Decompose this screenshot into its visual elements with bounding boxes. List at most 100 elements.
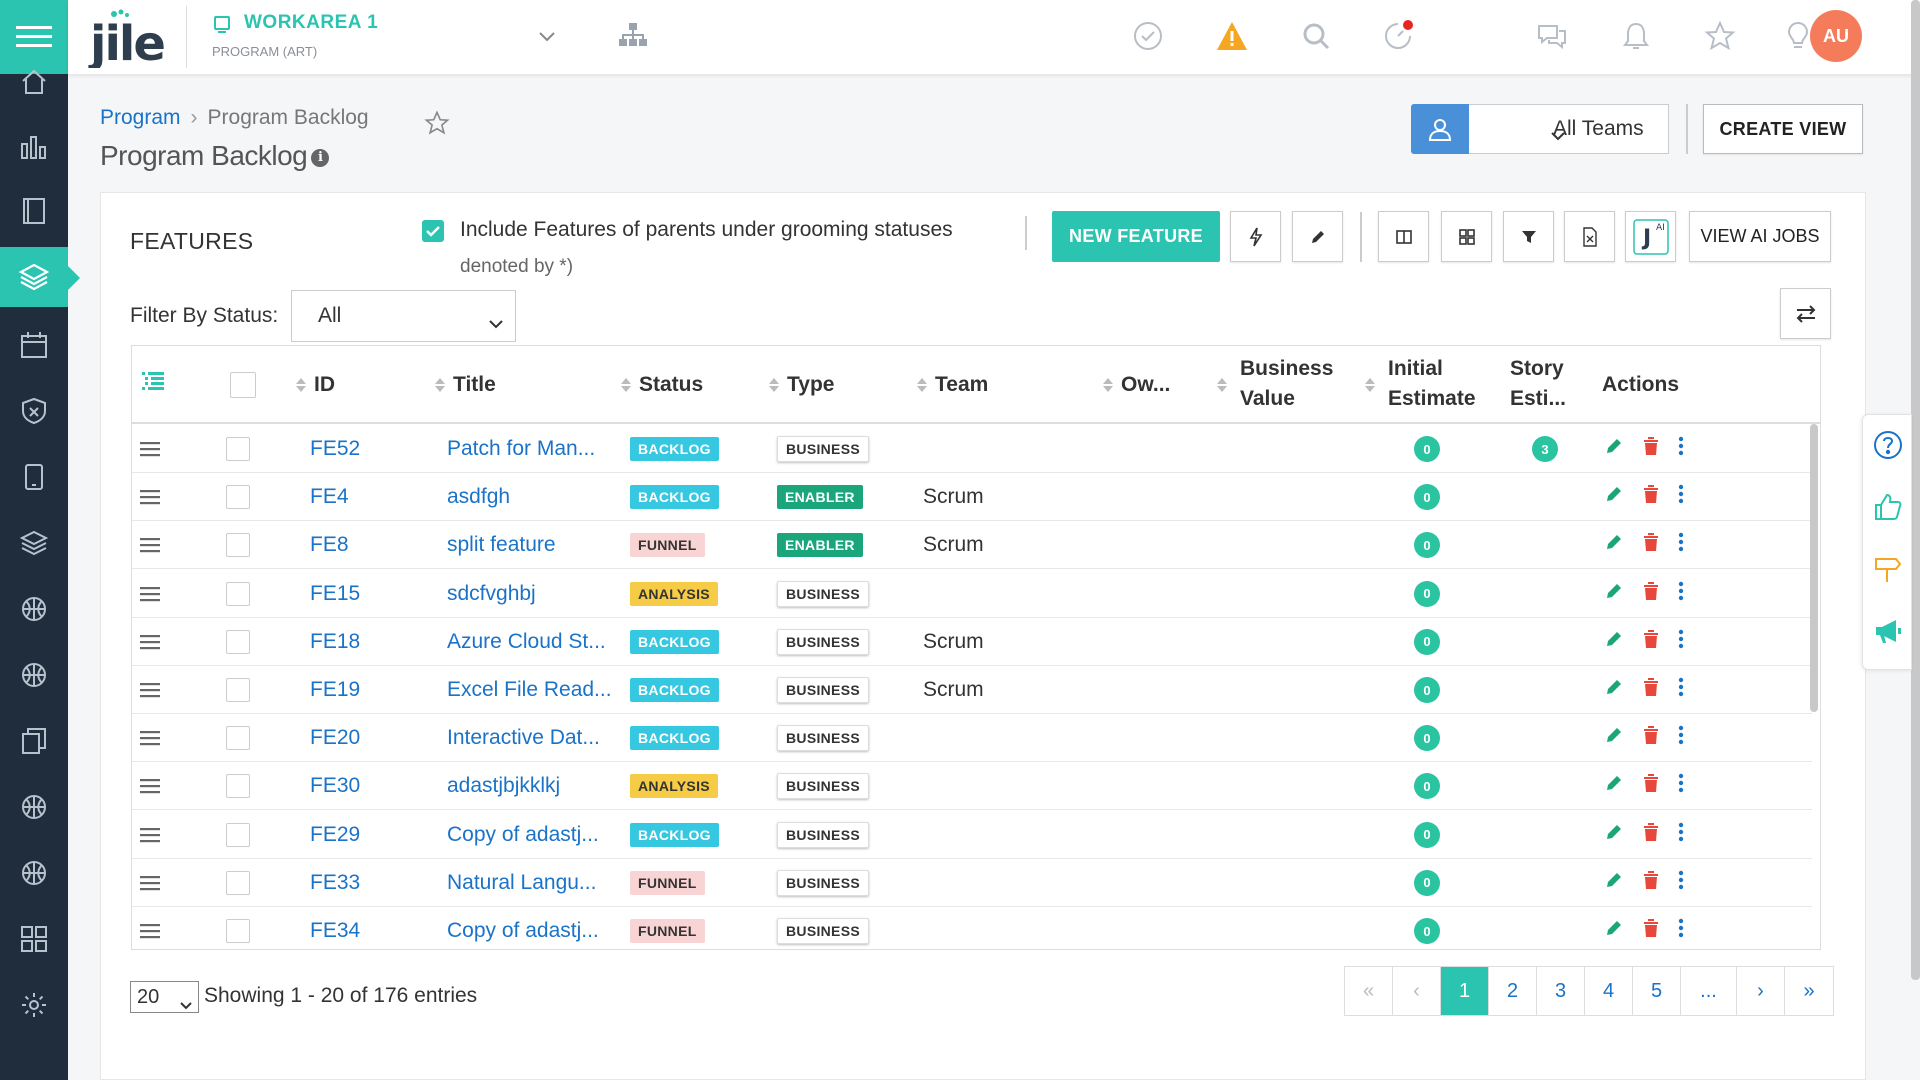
row-checkbox[interactable]	[226, 907, 250, 949]
table-row[interactable]: FE29 Copy of adastj... BACKLOG BUSINESS 0	[132, 810, 1812, 859]
edit-pencil-icon[interactable]	[1604, 436, 1624, 462]
header-title[interactable]: Title	[435, 370, 496, 400]
more-vertical-icon[interactable]	[1678, 484, 1684, 510]
feature-title-link[interactable]: Copy of adastj...	[447, 907, 599, 949]
feature-title-link[interactable]: Azure Cloud St...	[447, 618, 606, 666]
more-vertical-icon[interactable]	[1678, 918, 1684, 944]
thumbs-up-icon[interactable]	[1863, 477, 1913, 537]
ball-icon[interactable]	[0, 644, 68, 706]
documents-icon[interactable]	[0, 710, 68, 772]
header-initial-estimate[interactable]: Initial Estimate	[1388, 354, 1476, 414]
header-story-estimate[interactable]: Story Esti...	[1510, 354, 1566, 414]
row-checkbox[interactable]	[226, 570, 250, 618]
row-settings-icon[interactable]	[142, 370, 164, 400]
row-checkbox[interactable]	[226, 618, 250, 666]
edit-pencil-icon[interactable]	[1604, 773, 1624, 799]
timer-icon[interactable]	[1380, 18, 1416, 54]
table-row[interactable]: FE34 Copy of adastj... FUNNEL BUSINESS 0	[132, 907, 1812, 949]
feature-id-link[interactable]: FE18	[310, 618, 360, 666]
more-vertical-icon[interactable]	[1678, 677, 1684, 703]
more-vertical-icon[interactable]	[1678, 822, 1684, 848]
row-checkbox[interactable]	[226, 859, 250, 907]
drag-handle-icon[interactable]	[140, 811, 162, 859]
table-row[interactable]: FE52 Patch for Man... BACKLOG BUSINESS 0 3	[132, 425, 1812, 473]
feature-title-link[interactable]: sdcfvghbj	[447, 570, 536, 618]
table-row[interactable]: FE30 adastjbjkklkj ANALYSIS BUSINESS 0	[132, 762, 1812, 811]
delete-trash-icon[interactable]	[1642, 870, 1660, 896]
table-scrollbar[interactable]	[1810, 424, 1818, 712]
drag-handle-icon[interactable]	[140, 473, 162, 521]
more-vertical-icon[interactable]	[1678, 725, 1684, 751]
delete-trash-icon[interactable]	[1642, 484, 1660, 510]
new-feature-button[interactable]: NEW FEATURE	[1052, 211, 1220, 262]
drag-handle-icon[interactable]	[140, 521, 162, 569]
swap-arrows-icon[interactable]	[1780, 288, 1831, 339]
header-business-value[interactable]: Business Value	[1240, 354, 1333, 414]
edit-pencil-icon[interactable]	[1604, 870, 1624, 896]
create-view-button[interactable]: CREATE VIEW	[1703, 104, 1863, 154]
edit-pencil-icon[interactable]	[1604, 677, 1624, 703]
feature-id-link[interactable]: FE8	[310, 521, 349, 569]
page-button[interactable]: ›	[1737, 967, 1785, 1015]
page-button[interactable]: 4	[1585, 967, 1633, 1015]
select-all-checkbox[interactable]	[230, 372, 256, 398]
drag-handle-icon[interactable]	[140, 666, 162, 714]
more-vertical-icon[interactable]	[1678, 773, 1684, 799]
drag-handle-icon[interactable]	[140, 425, 162, 473]
help-question-icon[interactable]	[1863, 415, 1913, 475]
feature-title-link[interactable]: adastjbjkklkj	[447, 762, 560, 810]
grid-view-icon[interactable]	[1441, 211, 1492, 262]
table-row[interactable]: FE18 Azure Cloud St... BACKLOG BUSINESS Scru…	[132, 617, 1812, 666]
favorite-star-icon[interactable]	[424, 110, 450, 141]
header-status[interactable]: Status	[621, 370, 703, 400]
edit-pencil-icon[interactable]	[1604, 484, 1624, 510]
ai-jile-icon[interactable]: J AI	[1625, 211, 1676, 262]
lightning-icon[interactable]	[1230, 211, 1281, 262]
user-avatar[interactable]: AU	[1810, 10, 1862, 62]
page-button[interactable]: «	[1345, 967, 1393, 1015]
header-team[interactable]: Team	[917, 370, 988, 400]
row-checkbox[interactable]	[226, 811, 250, 859]
star-icon[interactable]	[1702, 18, 1738, 54]
table-row[interactable]: FE20 Interactive Dat... BACKLOG BUSINESS 0	[132, 714, 1812, 763]
more-vertical-icon[interactable]	[1678, 870, 1684, 896]
delete-trash-icon[interactable]	[1642, 677, 1660, 703]
tablet-icon[interactable]	[0, 446, 68, 508]
feature-title-link[interactable]: Natural Langu...	[447, 859, 596, 907]
chart-icon[interactable]	[0, 116, 68, 178]
bell-icon[interactable]	[1618, 18, 1654, 54]
warning-icon[interactable]	[1214, 18, 1250, 54]
table-row[interactable]: FE15 sdcfvghbj ANALYSIS BUSINESS 0	[132, 569, 1812, 618]
edit-pencil-icon[interactable]	[1604, 581, 1624, 607]
delete-trash-icon[interactable]	[1642, 436, 1660, 462]
feature-id-link[interactable]: FE19	[310, 666, 360, 714]
header-owner[interactable]: Ow...	[1103, 370, 1170, 400]
ball-icon[interactable]	[0, 578, 68, 640]
edit-pencil-icon[interactable]	[1604, 822, 1624, 848]
feature-id-link[interactable]: FE20	[310, 714, 360, 762]
drag-handle-icon[interactable]	[140, 907, 162, 949]
header-type[interactable]: Type	[769, 370, 834, 400]
feature-title-link[interactable]: asdfgh	[447, 473, 510, 521]
ball-icon[interactable]	[0, 842, 68, 904]
row-checkbox[interactable]	[226, 666, 250, 714]
page-button[interactable]: 2	[1489, 967, 1537, 1015]
view-ai-jobs-button[interactable]: VIEW AI JOBS	[1689, 211, 1831, 262]
row-checkbox[interactable]	[226, 714, 250, 762]
edit-pencil-icon[interactable]	[1292, 211, 1343, 262]
drag-handle-icon[interactable]	[140, 762, 162, 810]
book-icon[interactable]	[0, 180, 68, 242]
chevron-down-icon[interactable]	[538, 30, 556, 48]
workarea-selector[interactable]: WORKAREA 1 PROGRAM (ART)	[212, 12, 378, 59]
more-vertical-icon[interactable]	[1678, 532, 1684, 558]
info-icon[interactable]: i	[311, 148, 330, 167]
edit-pencil-icon[interactable]	[1604, 725, 1624, 751]
header-initial-estimate-sort[interactable]	[1365, 370, 1383, 400]
page-size-select[interactable]: 20	[130, 981, 199, 1013]
breadcrumb-program-link[interactable]: Program	[100, 106, 181, 129]
filter-status-select[interactable]: All	[291, 290, 516, 342]
feature-id-link[interactable]: FE33	[310, 859, 360, 907]
hierarchy-icon[interactable]	[618, 22, 648, 53]
page-button[interactable]: 3	[1537, 967, 1585, 1015]
shield-icon[interactable]	[0, 380, 68, 442]
